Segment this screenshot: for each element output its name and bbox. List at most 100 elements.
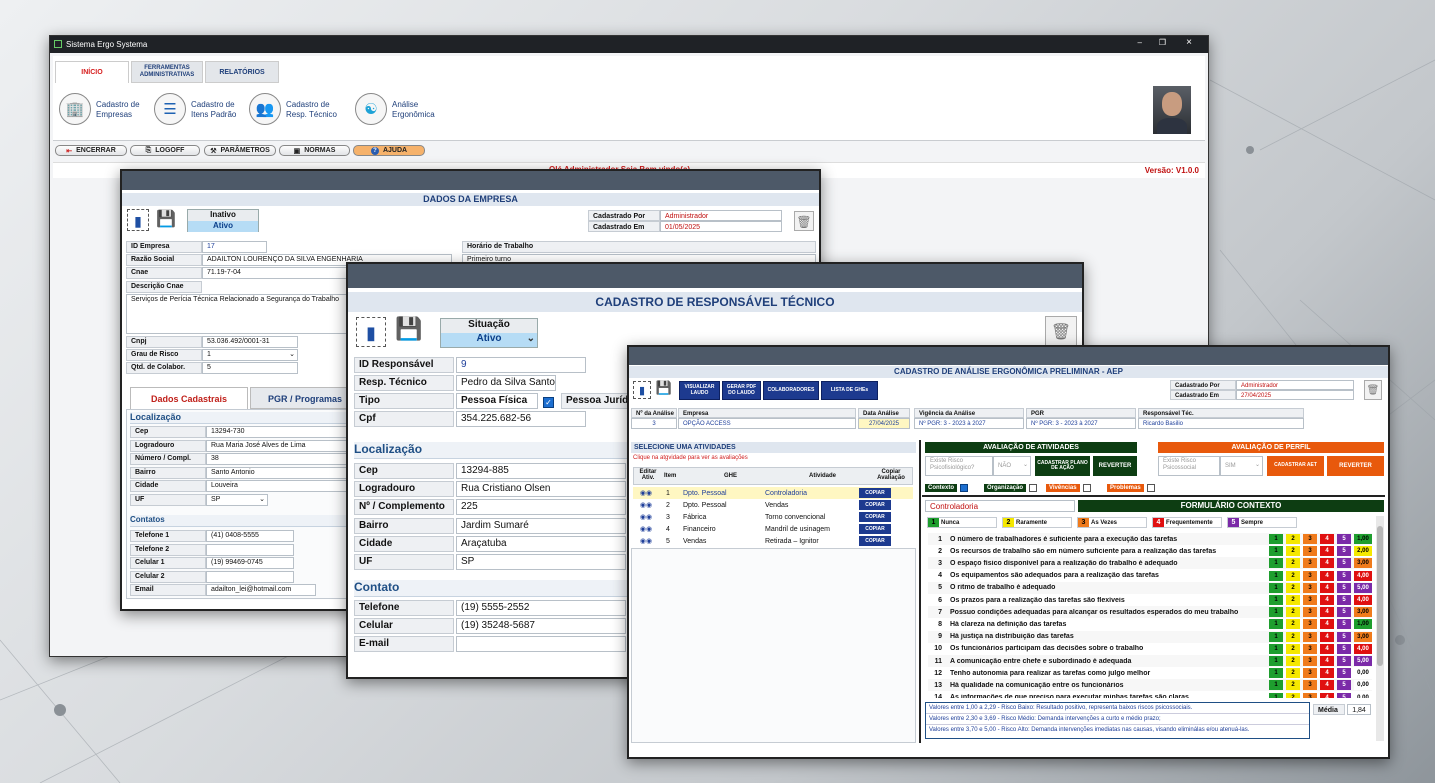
score-1-option[interactable]: 1 [1269,680,1283,691]
empresa-contact-input[interactable] [206,570,294,583]
resp-field-input[interactable]: 354.225.682-56 [456,411,586,427]
binoculars-icon[interactable]: ◉◉ [633,501,659,509]
copiar-button[interactable]: COPIAR [859,512,891,522]
maximize-icon[interactable]: ❐ [1159,38,1166,47]
score-5-option[interactable]: 5 [1337,558,1351,569]
score-3-option[interactable]: 3 [1303,582,1317,593]
score-1-option[interactable]: 1 [1269,607,1283,618]
score-3-option[interactable]: 3 [1303,692,1317,698]
resp-loc-input[interactable]: 225 [456,499,626,516]
resp-loc-input[interactable]: Jardim Sumaré [456,517,626,534]
resp-contact-input[interactable]: (19) 35248-5687 [456,618,626,635]
reverter-button[interactable]: REVERTER [1093,456,1137,476]
score-2-option[interactable]: 2 [1286,619,1300,630]
atividade-row[interactable]: ◉◉ 1 Dpto. Pessoal Controladoria COPIAR [633,487,913,499]
exit-icon[interactable]: ▮ [127,209,149,231]
ribbon-itens[interactable]: ☰ Cadastro de Itens Padrão [154,91,244,129]
score-3-option[interactable]: 3 [1303,534,1317,544]
score-2-option[interactable]: 2 [1286,692,1300,698]
score-3-option[interactable]: 3 [1303,570,1317,581]
score-1-option[interactable]: 1 [1269,534,1283,544]
score-3-option[interactable]: 3 [1303,668,1317,679]
normas-button[interactable]: ▣ NORMAS [279,145,350,156]
save-icon[interactable]: 💾 [654,380,674,400]
score-4-option[interactable]: 4 [1320,619,1334,630]
cadastrar-plano-button[interactable]: CADASTRAR PLANO DE AÇÃO [1035,456,1090,476]
score-2-option[interactable]: 2 [1286,680,1300,691]
cadastrar-aet-button[interactable]: CADASTRAR AET [1267,456,1324,476]
score-1-option[interactable]: 1 [1269,570,1283,581]
score-5-option[interactable]: 5 [1337,680,1351,691]
tab-inicio[interactable]: INÍCIO [55,61,129,83]
atividade-row[interactable]: ◉◉ 2 Dpto. Pessoal Vendas COPIAR [633,499,913,511]
check-vivencias[interactable]: Vivências [1046,483,1091,493]
check-organizacao[interactable]: Organização [984,483,1038,493]
tab-relatorios[interactable]: RELATÓRIOS [205,61,279,83]
score-5-option[interactable]: 5 [1337,656,1351,666]
score-5-option[interactable]: 5 [1337,631,1351,642]
score-4-option[interactable]: 4 [1320,558,1334,569]
check-problemas[interactable]: Problemas [1107,483,1155,493]
score-3-option[interactable]: 3 [1303,680,1317,691]
score-5-option[interactable]: 5 [1337,546,1351,557]
parametros-button[interactable]: ⚒ PARÂMETROS [204,145,276,156]
score-4-option[interactable]: 4 [1320,692,1334,698]
score-5-option[interactable]: 5 [1337,570,1351,581]
score-2-option[interactable]: 2 [1286,668,1300,679]
score-1-option[interactable]: 1 [1269,619,1283,630]
score-3-option[interactable]: 3 [1303,558,1317,569]
empresa-contact-input[interactable] [206,543,294,556]
score-4-option[interactable]: 4 [1320,570,1334,581]
situacao-select[interactable]: Situação Ativo ⌄ [440,318,538,348]
score-1-option[interactable]: 1 [1269,631,1283,642]
score-4-option[interactable]: 4 [1320,534,1334,544]
exit-icon[interactable]: ▮ [356,317,386,347]
empresa-contact-input[interactable]: (19) 99469-0745 [206,557,294,569]
score-3-option[interactable]: 3 [1303,631,1317,642]
check-contexto[interactable]: Contexto [925,483,968,493]
ribbon-empresas[interactable]: 🏢 Cadastro de Empresas [59,91,149,129]
resp-loc-input[interactable]: Araçatuba [456,535,626,552]
score-3-option[interactable]: 3 [1303,619,1317,630]
score-3-option[interactable]: 3 [1303,607,1317,618]
grau-risco-select[interactable]: 1 ⌄ [202,349,298,361]
exit-icon[interactable]: ▮ [633,381,651,399]
qtd-colab-input[interactable]: 5 [202,362,298,374]
score-5-option[interactable]: 5 [1337,643,1351,654]
score-5-option[interactable]: 5 [1337,619,1351,630]
score-4-option[interactable]: 4 [1320,546,1334,557]
score-4-option[interactable]: 4 [1320,595,1334,605]
tab-ferramentas[interactable]: FERRAMENTAS ADMINISTRATIVAS [131,61,203,83]
score-4-option[interactable]: 4 [1320,631,1334,642]
ajuda-button[interactable]: ? AJUDA [353,145,425,156]
score-4-option[interactable]: 4 [1320,607,1334,618]
atividade-row[interactable]: ◉◉ 4 Financeiro Mandril de usinagem COPI… [633,523,913,535]
copiar-button[interactable]: COPIAR [859,536,891,546]
score-3-option[interactable]: 3 [1303,546,1317,557]
score-4-option[interactable]: 4 [1320,582,1334,593]
logoff-button[interactable]: ⎘ LOGOFF [130,145,200,156]
atividade-row[interactable]: ◉◉ 5 Vendas Retirada – Ignitor COPIAR [633,535,913,547]
trash-icon[interactable]: 🗑 [794,211,814,231]
score-1-option[interactable]: 1 [1269,558,1283,569]
cnpj-input[interactable]: 53.036.492/0001-31 [202,336,298,348]
resp-field-input[interactable]: Pessoa Física [456,393,538,409]
empresa-field-input[interactable]: SP ⌄ [206,493,268,506]
copiar-button[interactable]: COPIAR [859,500,891,510]
score-5-option[interactable]: 5 [1337,692,1351,698]
score-4-option[interactable]: 4 [1320,680,1334,691]
resp-contact-input[interactable]: (19) 5555-2552 [456,600,626,616]
score-2-option[interactable]: 2 [1286,582,1300,593]
score-1-option[interactable]: 1 [1269,582,1283,593]
resp-loc-input[interactable]: Rua Cristiano Olsen [456,481,626,498]
binoculars-icon[interactable]: ◉◉ [633,525,659,533]
resp-loc-input[interactable]: 13294-885 [456,463,626,479]
colaboradores-button[interactable]: COLABORADORES [763,381,819,400]
score-5-option[interactable]: 5 [1337,534,1351,544]
copiar-button[interactable]: COPIAR [859,524,891,534]
ribbon-analise[interactable]: ☯ Análise Ergonômica [355,91,445,129]
empresa-contact-input[interactable]: adailton_lei@hotmail.com [206,584,316,596]
status-select[interactable]: Inativo Ativo [187,209,259,232]
score-2-option[interactable]: 2 [1286,534,1300,544]
save-icon[interactable]: 💾 [153,209,179,231]
